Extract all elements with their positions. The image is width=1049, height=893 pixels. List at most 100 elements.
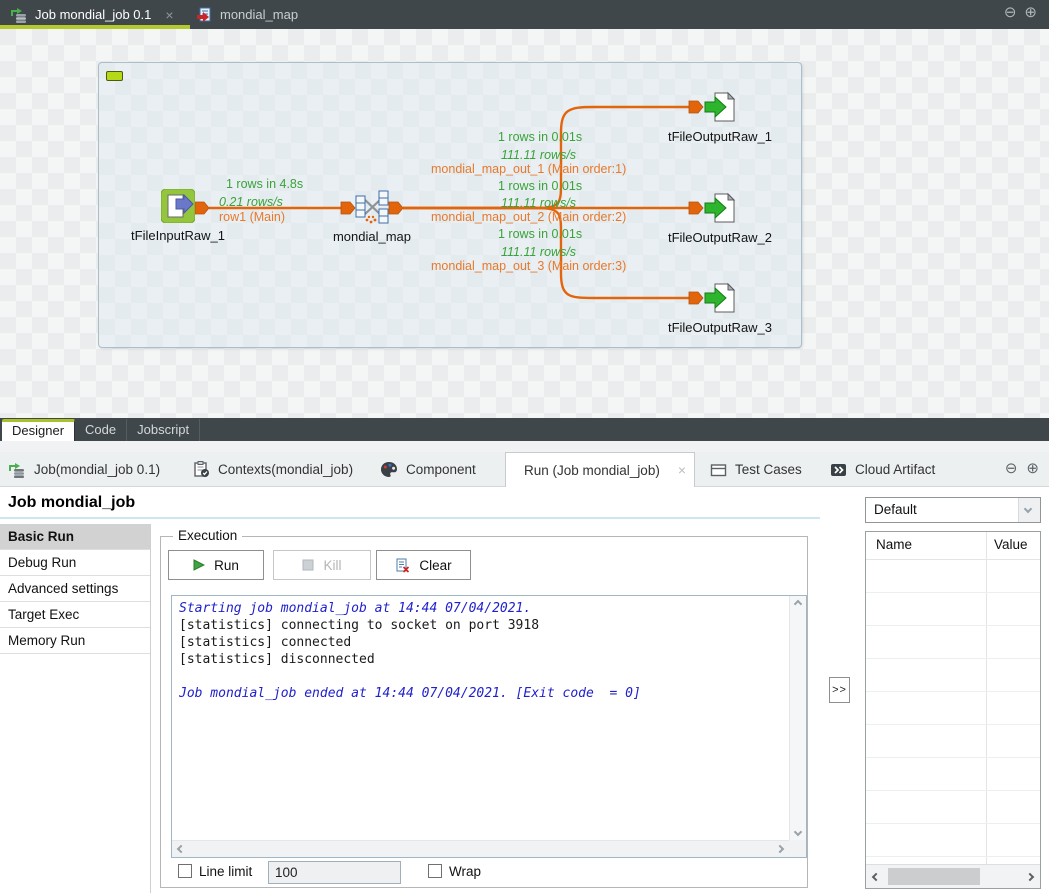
table-row bbox=[866, 725, 1040, 758]
connector-out3-in[interactable] bbox=[689, 292, 703, 304]
scroll-left-icon[interactable] bbox=[177, 845, 185, 853]
clear-icon bbox=[395, 558, 410, 573]
scroll-down-icon[interactable] bbox=[794, 828, 802, 836]
scrollbar-corner bbox=[789, 840, 806, 857]
execution-group: Execution Run Kill Clear bbox=[160, 536, 808, 888]
tab-component-view[interactable]: Component bbox=[380, 452, 476, 487]
component-label[interactable]: tFileInputRaw_1 bbox=[131, 228, 225, 243]
context-variables-table: Name Value bbox=[865, 531, 1041, 889]
scroll-right-icon[interactable] bbox=[1026, 873, 1034, 881]
line-limit-input[interactable] bbox=[268, 861, 401, 884]
play-icon bbox=[193, 559, 205, 571]
run-button[interactable]: Run bbox=[168, 550, 264, 580]
scroll-up-icon[interactable] bbox=[794, 600, 802, 608]
editor-tabbar: Job mondial_job 0.1 × mondial_map ⊖ ⊕ bbox=[0, 0, 1049, 29]
maximize-icon[interactable]: ⊕ bbox=[1026, 459, 1039, 477]
sidebar-item-target-exec[interactable]: Target Exec bbox=[0, 602, 150, 628]
tmap-icon[interactable] bbox=[355, 190, 389, 226]
table-horizontal-scrollbar[interactable] bbox=[866, 864, 1040, 888]
component-label[interactable]: tFileOutputRaw_2 bbox=[668, 230, 772, 245]
map-icon bbox=[196, 7, 213, 23]
tab-job-view[interactable]: Job(mondial_job 0.1) bbox=[8, 452, 160, 487]
tab-code[interactable]: Code bbox=[75, 419, 127, 441]
tab-designer[interactable]: Designer bbox=[2, 419, 75, 441]
console-line: Starting job mondial_job at 14:44 07/04/… bbox=[179, 600, 786, 617]
execution-console[interactable]: Starting job mondial_job at 14:44 07/04/… bbox=[171, 595, 807, 858]
connection-stat-rate: 0.21 rows/s bbox=[219, 195, 283, 209]
editor-tab-label: Job mondial_job 0.1 bbox=[35, 7, 151, 22]
clear-button-label: Clear bbox=[419, 558, 451, 573]
line-limit-checkbox[interactable] bbox=[178, 864, 192, 878]
wrap-checkbox[interactable] bbox=[428, 864, 442, 878]
expand-context-button[interactable]: >> bbox=[829, 677, 850, 703]
table-row bbox=[866, 758, 1040, 791]
scrollbar-thumb[interactable] bbox=[888, 868, 980, 885]
connector-input-out[interactable] bbox=[195, 202, 209, 214]
component-label[interactable]: tFileOutputRaw_1 bbox=[668, 129, 772, 144]
view-tabbar: Job(mondial_job 0.1) Contexts(mondial_jo… bbox=[0, 452, 1049, 487]
connector-map-out[interactable] bbox=[389, 202, 403, 214]
minimize-icon[interactable]: ⊖ bbox=[1004, 2, 1017, 24]
execution-group-legend: Execution bbox=[173, 528, 242, 543]
tfileinputraw-icon[interactable] bbox=[161, 189, 195, 223]
tab-jobscript[interactable]: Jobscript bbox=[127, 419, 200, 441]
tfileoutputraw-icon[interactable] bbox=[703, 191, 737, 225]
maximize-icon[interactable]: ⊕ bbox=[1024, 2, 1037, 24]
component-label[interactable]: mondial_map bbox=[333, 229, 411, 244]
scroll-left-icon[interactable] bbox=[872, 873, 880, 881]
clear-button[interactable]: Clear bbox=[376, 550, 471, 580]
component-label[interactable]: tFileOutputRaw_3 bbox=[668, 320, 772, 335]
design-canvas[interactable]: tFileInputRaw_1 mondial_map bbox=[0, 29, 1049, 418]
sidebar-item-debug-run[interactable]: Debug Run bbox=[0, 550, 150, 576]
close-icon[interactable]: × bbox=[165, 7, 173, 23]
column-header-value[interactable]: Value bbox=[994, 537, 1028, 552]
console-options-row: Line limit Wrap bbox=[161, 861, 807, 887]
run-view-title: Job mondial_job bbox=[0, 490, 820, 519]
connection-label[interactable]: row1 (Main) bbox=[219, 210, 285, 224]
panel-sash[interactable] bbox=[0, 441, 1049, 452]
console-vertical-scrollbar[interactable] bbox=[789, 596, 806, 840]
connection-label[interactable]: mondial_map_out_2 (Main order:2) bbox=[431, 210, 626, 224]
stop-icon bbox=[302, 559, 314, 571]
column-header-name[interactable]: Name bbox=[876, 537, 912, 552]
chevron-down-icon[interactable] bbox=[1018, 498, 1040, 522]
tab-test-cases-view[interactable]: Test Cases bbox=[710, 452, 802, 487]
tab-run-view[interactable]: Run (Job mondial_job) × bbox=[505, 452, 695, 487]
table-row bbox=[866, 593, 1040, 626]
tfileoutputraw-icon[interactable] bbox=[703, 281, 737, 315]
job-subjob-panel[interactable]: tFileInputRaw_1 mondial_map bbox=[98, 62, 802, 348]
context-select[interactable]: Default bbox=[865, 497, 1041, 523]
kill-button-label: Kill bbox=[323, 558, 341, 573]
connections-layer bbox=[99, 63, 803, 349]
editor-tab-job[interactable]: Job mondial_job 0.1 × bbox=[0, 0, 190, 29]
connector-out1-in[interactable] bbox=[689, 101, 703, 113]
scroll-right-icon[interactable] bbox=[776, 845, 784, 853]
context-table-header: Name Value bbox=[866, 532, 1040, 560]
tab-label: Contexts(mondial_job) bbox=[218, 462, 353, 477]
tfileoutputraw-icon[interactable] bbox=[703, 90, 737, 124]
connection-label[interactable]: mondial_map_out_1 (Main order:1) bbox=[431, 162, 626, 176]
job-icon bbox=[8, 462, 26, 478]
connector-map-in[interactable] bbox=[341, 202, 355, 214]
console-line: [statistics] connected bbox=[179, 634, 786, 651]
sidebar-item-memory-run[interactable]: Memory Run bbox=[0, 628, 150, 654]
table-row bbox=[866, 692, 1040, 725]
connection-stat-rows: 1 rows in 0.01s bbox=[498, 227, 582, 241]
run-sidebar: Basic Run Debug Run Advanced settings Ta… bbox=[0, 524, 151, 893]
designer-tabbar: Designer Code Jobscript bbox=[0, 418, 1049, 441]
tab-label: Job(mondial_job 0.1) bbox=[34, 462, 160, 477]
console-horizontal-scrollbar[interactable] bbox=[172, 840, 789, 857]
job-icon bbox=[10, 7, 28, 23]
sidebar-item-basic-run[interactable]: Basic Run bbox=[0, 524, 150, 550]
close-icon[interactable]: × bbox=[678, 462, 686, 478]
kill-button[interactable]: Kill bbox=[273, 550, 371, 580]
tab-contexts-view[interactable]: Contexts(mondial_job) bbox=[193, 452, 353, 487]
tab-cloud-artifact-view[interactable]: Cloud Artifact bbox=[830, 452, 935, 487]
editor-tab-map[interactable]: mondial_map bbox=[196, 0, 336, 29]
table-row bbox=[866, 560, 1040, 593]
sidebar-item-advanced-settings[interactable]: Advanced settings bbox=[0, 576, 150, 602]
test-cases-icon bbox=[710, 462, 727, 478]
connector-out2-in[interactable] bbox=[689, 202, 703, 214]
minimize-icon[interactable]: ⊖ bbox=[1005, 459, 1018, 477]
connection-label[interactable]: mondial_map_out_3 (Main order:3) bbox=[431, 259, 626, 273]
